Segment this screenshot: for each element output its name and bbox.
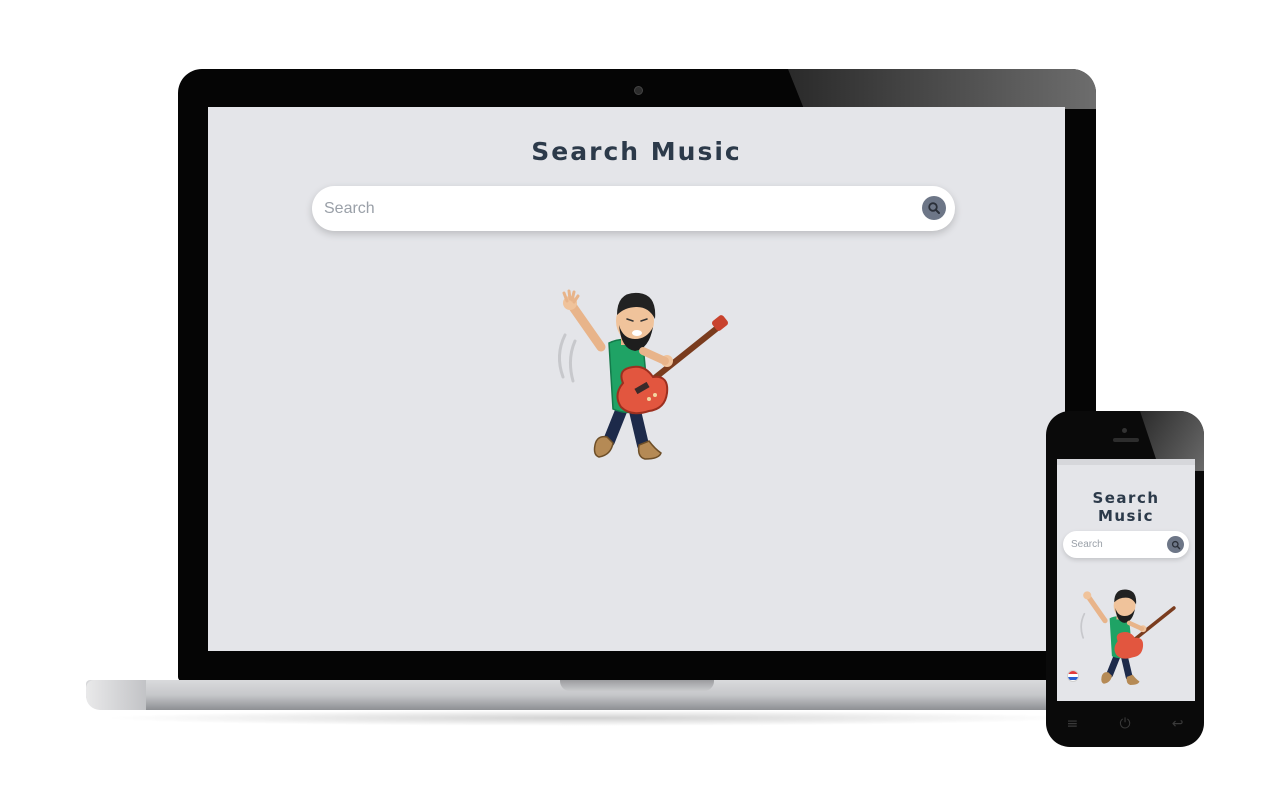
phone-nav-bar: ≡ ⏻ ↩ [1046, 712, 1204, 736]
back-icon[interactable]: ↩ [1163, 716, 1193, 732]
magnifier-icon [1171, 540, 1180, 549]
phone-speaker [1113, 438, 1139, 442]
mobile-title-line-1: Search [1092, 489, 1160, 507]
laptop-shadow [100, 710, 1080, 726]
laptop-camera-icon [634, 86, 643, 95]
menu-icon[interactable]: ≡ [1057, 716, 1087, 732]
mobile-search-bar [1063, 531, 1189, 558]
mobile-title-line-2: Music [1097, 507, 1155, 525]
flag-badge-icon[interactable] [1067, 670, 1079, 682]
search-button[interactable] [922, 196, 946, 220]
phone-camera-icon [1122, 428, 1127, 433]
phone-screen: Search Music [1057, 459, 1195, 701]
mobile-search-button[interactable] [1167, 536, 1184, 553]
mobile-page-title: Search Music [1057, 489, 1195, 525]
laptop-screen: Search Music [208, 107, 1065, 651]
search-bar [312, 186, 955, 231]
magnifier-icon [928, 202, 940, 214]
guitarist-avatar-icon [1080, 589, 1176, 685]
laptop-notch [560, 680, 714, 691]
guitarist-avatar-icon [558, 289, 728, 460]
power-icon[interactable]: ⏻ [1110, 716, 1140, 732]
phone-status-bar [1057, 459, 1195, 465]
laptop-glare [788, 69, 1096, 109]
device-mockup: Search Music Search Search Music Search … [0, 0, 1280, 800]
laptop-base-edge [86, 680, 146, 710]
search-input[interactable] [322, 195, 916, 223]
mobile-search-input[interactable] [1071, 537, 1161, 552]
page-title: Search Music [531, 137, 742, 166]
